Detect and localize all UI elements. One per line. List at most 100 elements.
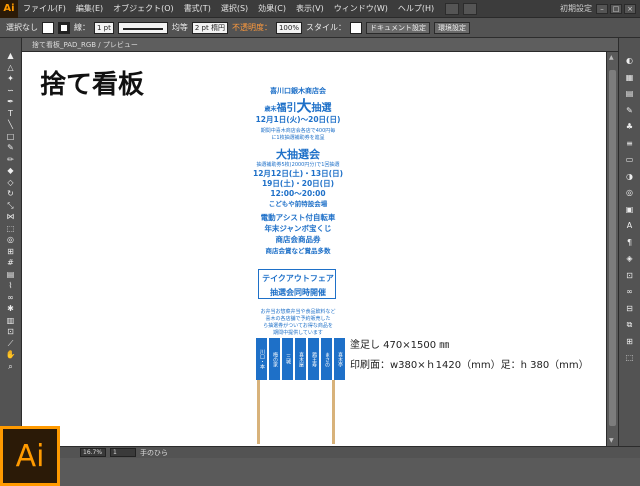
color-panel-icon[interactable]: ◐ bbox=[624, 56, 636, 66]
pen-tool-icon[interactable]: ✒ bbox=[5, 98, 17, 106]
scroll-down-icon[interactable]: ▼ bbox=[609, 437, 614, 444]
current-tool-status: 手のひら bbox=[140, 448, 168, 457]
sign-leg-left bbox=[257, 380, 260, 444]
align-panel-icon[interactable]: ⊟ bbox=[624, 304, 636, 314]
menu-type[interactable]: 書式(T) bbox=[179, 3, 216, 14]
opacity-label[interactable]: 不透明度： bbox=[232, 22, 272, 33]
color-guide-icon[interactable]: ▦ bbox=[624, 73, 636, 83]
brush-definition-select[interactable]: 2 pt 楕円 bbox=[191, 21, 228, 34]
width-tool-icon[interactable]: ⋈ bbox=[5, 213, 17, 221]
vertical-scrollbar[interactable]: ▲ ▼ bbox=[606, 52, 618, 446]
canvas-area[interactable]: 捨て看板 喜川口銀木商店会 歳末福引大抽選 12月1日(火)〜20日(日) 期間… bbox=[22, 52, 606, 446]
document-setup-button[interactable]: ドキュメント設定 bbox=[365, 21, 430, 34]
column-graph-tool-icon[interactable]: ▥ bbox=[5, 316, 17, 325]
menu-edit[interactable]: 編集(E) bbox=[71, 3, 108, 14]
menu-help[interactable]: ヘルプ(H) bbox=[393, 3, 439, 14]
line-style-label: 均等 bbox=[171, 23, 188, 32]
paragraph-panel-icon[interactable]: ¶ bbox=[624, 238, 636, 248]
transparency-panel-icon[interactable]: ◑ bbox=[624, 172, 636, 182]
rectangle-tool-icon[interactable]: □ bbox=[5, 132, 17, 141]
stroke-panel-icon[interactable]: ≡ bbox=[624, 139, 636, 149]
menu-file[interactable]: ファイル(F) bbox=[18, 3, 71, 14]
scroll-up-icon[interactable]: ▲ bbox=[609, 54, 614, 61]
brushes-panel-icon[interactable]: ✎ bbox=[624, 106, 636, 116]
shop-column: 梅の家 bbox=[269, 338, 280, 380]
magic-wand-tool-icon[interactable]: ✦ bbox=[5, 75, 17, 83]
artboard-tool-icon[interactable]: ⊡ bbox=[5, 328, 17, 336]
menu-effect[interactable]: 効果(C) bbox=[253, 3, 291, 14]
stroke-swatch[interactable] bbox=[58, 21, 70, 34]
takeout-line-2: 抽選会同時開催 bbox=[270, 288, 326, 297]
gradient-panel-icon[interactable]: ▭ bbox=[624, 155, 636, 165]
sign-prefix: 歳末 bbox=[264, 106, 277, 113]
bleed-note: 塗足し 470×1500 ㎜ bbox=[350, 340, 450, 351]
links-panel-icon[interactable]: ∞ bbox=[624, 287, 636, 297]
lasso-tool-icon[interactable]: ∽ bbox=[5, 86, 17, 95]
perspective-grid-tool-icon[interactable]: ⊞ bbox=[5, 247, 17, 256]
document-tab[interactable]: 捨て看板_PAD_RGB / プレビュー bbox=[32, 40, 138, 50]
shape-builder-tool-icon[interactable]: ◎ bbox=[5, 236, 17, 244]
zoom-field[interactable]: 16.7% bbox=[80, 448, 106, 457]
mesh-tool-icon[interactable]: # bbox=[5, 259, 17, 267]
scale-tool-icon[interactable]: ⤡ bbox=[5, 201, 17, 210]
style-label: スタイル： bbox=[305, 23, 346, 32]
sign-headline-c: 抽選 bbox=[311, 103, 332, 114]
artboard[interactable]: 捨て看板 喜川口銀木商店会 歳末福引大抽選 12月1日(火)〜20日(日) 期間… bbox=[22, 52, 606, 446]
workspace-switcher[interactable]: 初期設定 bbox=[560, 3, 596, 14]
transform-panel-icon[interactable]: ⊞ bbox=[624, 337, 636, 347]
blend-tool-icon[interactable]: ∞ bbox=[5, 293, 17, 302]
symbol-sprayer-tool-icon[interactable]: ✱ bbox=[5, 305, 17, 313]
sign-prize-1: 電動アシスト付自転車 bbox=[260, 213, 336, 222]
zoom-tool-icon[interactable]: ⌕ bbox=[5, 362, 17, 371]
symbols-panel-icon[interactable]: ♣ bbox=[624, 122, 636, 132]
print-area-note: 印刷面：w380×ｈ1420（mm）足：h 380（mm） bbox=[350, 360, 589, 371]
menu-window[interactable]: ウィンドウ(W) bbox=[329, 3, 393, 14]
minimize-icon[interactable]: – bbox=[596, 3, 608, 14]
sign-leg-right bbox=[332, 380, 335, 444]
eraser-tool-icon[interactable]: ◇ bbox=[5, 178, 17, 187]
stroke-weight-select[interactable]: 1 pt bbox=[94, 21, 114, 34]
tools-panel: ▲ △ ✦ ∽ ✒ T ╲ □ ✎ ✏ ◆ ◇ ↻ ⤡ ⋈ ⬚ ◎ ⊞ # ▤ … bbox=[0, 38, 22, 426]
fill-swatch[interactable] bbox=[42, 21, 54, 34]
slice-tool-icon[interactable]: ⟋ bbox=[5, 339, 17, 348]
line-tool-icon[interactable]: ╲ bbox=[5, 121, 17, 129]
navigator-panel-icon[interactable]: ⬚ bbox=[624, 353, 636, 363]
direct-selection-tool-icon[interactable]: △ bbox=[5, 63, 17, 72]
close-icon[interactable]: × bbox=[624, 3, 636, 14]
rotate-tool-icon[interactable]: ↻ bbox=[5, 190, 17, 198]
artboard-number-field[interactable]: 1 bbox=[110, 448, 136, 457]
appearance-panel-icon[interactable]: ◎ bbox=[624, 188, 636, 198]
vertical-scroll-thumb[interactable] bbox=[609, 70, 616, 426]
free-transform-tool-icon[interactable]: ⬚ bbox=[5, 224, 17, 233]
selection-tool-icon[interactable]: ▲ bbox=[5, 52, 17, 60]
pathfinder-panel-icon[interactable]: ⧉ bbox=[624, 320, 636, 330]
graphic-style-swatch[interactable] bbox=[349, 21, 362, 34]
sign-headline-b: 大 bbox=[296, 97, 312, 115]
artboards-panel-icon[interactable]: ⊡ bbox=[624, 271, 636, 281]
sign-small-1: お弁当お惣菜弁当や食品飲料など bbox=[260, 309, 336, 315]
eyedropper-tool-icon[interactable]: ⌇ bbox=[5, 282, 17, 290]
character-panel-icon[interactable]: A bbox=[624, 221, 636, 231]
layers-panel-icon[interactable]: ◈ bbox=[624, 254, 636, 264]
preferences-button[interactable]: 環境設定 bbox=[433, 21, 470, 34]
pencil-tool-icon[interactable]: ✏ bbox=[5, 155, 17, 164]
menu-select[interactable]: 選択(S) bbox=[216, 3, 253, 14]
type-tool-icon[interactable]: T bbox=[5, 109, 17, 118]
bridge-button[interactable] bbox=[445, 2, 460, 15]
horizontal-scrollbar[interactable] bbox=[60, 458, 640, 486]
hand-tool-icon[interactable]: ✋ bbox=[5, 351, 17, 359]
menu-view[interactable]: 表示(V) bbox=[291, 3, 329, 14]
maximize-icon[interactable]: □ bbox=[610, 3, 622, 14]
variable-width-profile[interactable] bbox=[117, 21, 168, 34]
sign-rule-2: に1枚抽選補助券を進呈 bbox=[271, 135, 325, 141]
opacity-input[interactable]: 100% bbox=[275, 21, 302, 34]
gradient-tool-icon[interactable]: ▤ bbox=[5, 270, 17, 279]
swatches-panel-icon[interactable]: ▤ bbox=[624, 89, 636, 99]
graphic-styles-panel-icon[interactable]: ▣ bbox=[624, 205, 636, 215]
sign-artwork[interactable]: 喜川口銀木商店会 歳末福引大抽選 12月1日(火)〜20日(日) 期間中喜木商店… bbox=[246, 80, 350, 390]
window-controls: – □ × bbox=[596, 3, 640, 14]
menu-object[interactable]: オブジェクト(O) bbox=[108, 3, 179, 14]
blob-brush-tool-icon[interactable]: ◆ bbox=[5, 167, 17, 175]
arrange-documents-button[interactable] bbox=[463, 2, 478, 15]
paintbrush-tool-icon[interactable]: ✎ bbox=[5, 144, 17, 152]
